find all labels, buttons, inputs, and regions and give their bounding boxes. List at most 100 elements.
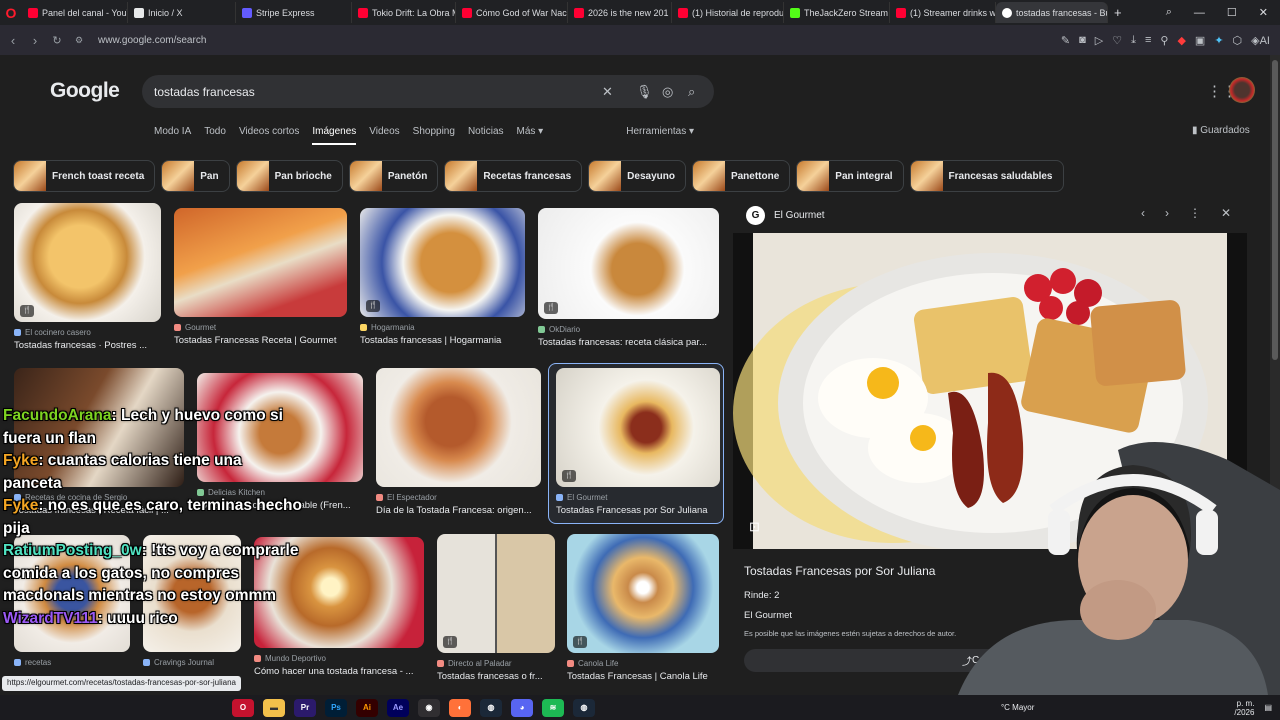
- photoshop-icon[interactable]: Ps: [325, 698, 347, 717]
- ai-icon[interactable]: ◈AI: [1251, 34, 1270, 47]
- edit-icon[interactable]: ✎: [1061, 34, 1070, 47]
- filter-modo-ia[interactable]: Modo IA: [154, 126, 191, 145]
- image-result[interactable]: 🍴 Canola Life Tostadas Francesas | Canol…: [567, 534, 719, 682]
- notifications-icon[interactable]: ▤: [1264, 703, 1272, 712]
- search-icon[interactable]: ⌕: [688, 75, 695, 108]
- file-explorer-icon[interactable]: ▬: [263, 698, 285, 717]
- tab-streamer-drinks[interactable]: (1) Streamer drinks wate: [890, 2, 996, 23]
- google-logo[interactable]: Google: [50, 79, 120, 103]
- menu-icon[interactable]: ≡: [1145, 34, 1151, 46]
- result-image: 🍴: [538, 208, 719, 319]
- filter-mas[interactable]: Más ▾: [517, 126, 544, 145]
- next-icon[interactable]: ›: [1165, 206, 1169, 220]
- steam-icon[interactable]: ◍: [480, 698, 502, 717]
- tab-historial[interactable]: (1) Historial de reproduc: [672, 2, 784, 23]
- image-result[interactable]: Gourmet Tostadas Francesas Receta | Gour…: [174, 208, 347, 346]
- minimize-icon[interactable]: —: [1194, 7, 1205, 19]
- chip-thumbnail: [445, 161, 478, 191]
- microphone-icon[interactable]: 🎙: [636, 75, 653, 108]
- profile-icon[interactable]: ⚲: [1160, 34, 1168, 47]
- clock[interactable]: p. m./2026: [1234, 699, 1254, 717]
- link-status-url: https://elgourmet.com/recetas/tostadas-f…: [2, 676, 241, 691]
- chip[interactable]: Pan: [161, 160, 230, 192]
- avatar[interactable]: [1229, 77, 1255, 103]
- chip[interactable]: French toast receta: [13, 160, 156, 192]
- reload-icon[interactable]: ↻: [46, 34, 68, 47]
- panel-title[interactable]: Tostadas Francesas por Sor Juliana: [744, 564, 935, 578]
- maximize-icon[interactable]: ☐: [1227, 6, 1237, 19]
- play-icon[interactable]: ▷: [1095, 34, 1103, 47]
- image-result[interactable]: 🍴 Hogarmania Tostadas francesas | Hogarm…: [360, 208, 525, 346]
- heart-icon[interactable]: ♡: [1112, 34, 1122, 47]
- extension-red-icon[interactable]: ◆: [1177, 34, 1185, 47]
- firefox-icon[interactable]: ◐: [449, 698, 471, 717]
- chip[interactable]: Pan brioche: [235, 160, 343, 192]
- after-effects-icon[interactable]: Ae: [387, 698, 409, 717]
- image-result[interactable]: 🍴 OkDiario Tostadas francesas: receta cl…: [538, 208, 719, 348]
- tab-youtube-panel[interactable]: Panel del canal - YouTub: [22, 2, 128, 23]
- tools-button[interactable]: Herramientas ▾: [626, 126, 694, 145]
- premiere-icon[interactable]: Pr: [294, 698, 316, 717]
- tab-kick-stream[interactable]: TheJackZero Stream - W: [784, 2, 890, 23]
- filter-shopping[interactable]: Shopping: [413, 126, 455, 145]
- filter-imagenes[interactable]: Imágenes: [312, 126, 357, 145]
- x-icon: [134, 7, 144, 18]
- url-field[interactable]: www.google.com/search: [98, 35, 206, 46]
- lens-search-icon[interactable]: ⊡: [749, 519, 760, 535]
- image-result[interactable]: El Espectador Día de la Tostada Francesa…: [376, 368, 541, 516]
- back-icon[interactable]: ‹: [2, 33, 24, 48]
- tab-god-of-war[interactable]: Cómo God of War Nacić: [456, 2, 568, 23]
- camera-icon[interactable]: ◙: [1079, 34, 1086, 46]
- close-panel-icon[interactable]: ✕: [1221, 206, 1231, 220]
- result-image: 🍴: [567, 534, 719, 653]
- close-window-icon[interactable]: ✕: [1259, 6, 1268, 19]
- chip[interactable]: Panettone: [691, 160, 791, 192]
- copyright-notice: Es posible que las imágenes estén sujeta…: [744, 629, 957, 638]
- chip[interactable]: Pan integral: [796, 160, 904, 192]
- puzzle-icon[interactable]: ⬡: [1233, 34, 1243, 47]
- filter-noticias[interactable]: Noticias: [468, 126, 504, 145]
- extension-icon[interactable]: ▣: [1195, 34, 1205, 47]
- search-input[interactable]: tostadas francesas: [154, 85, 255, 99]
- illustrator-icon[interactable]: Ai: [356, 698, 378, 717]
- forward-icon[interactable]: ›: [24, 33, 46, 48]
- chip-thumbnail: [162, 161, 195, 191]
- clear-icon[interactable]: ✕: [602, 75, 613, 108]
- obs-icon[interactable]: ◉: [418, 698, 440, 717]
- chip-thumbnail: [589, 161, 622, 191]
- panel-source[interactable]: El Gourmet: [774, 210, 825, 221]
- saved-button[interactable]: ▮ Guardados: [1192, 125, 1250, 136]
- search-box[interactable]: tostadas francesas ✕ 🎙 ◎ ⌕: [142, 75, 714, 108]
- more-options-icon[interactable]: ⋮: [1189, 206, 1201, 220]
- filter-videos[interactable]: Videos: [369, 126, 399, 145]
- previous-icon[interactable]: ‹: [1141, 206, 1145, 220]
- chip[interactable]: Francesas saludables: [909, 160, 1064, 192]
- new-tab-button[interactable]: +: [1108, 2, 1128, 23]
- tab-stripe[interactable]: Stripe Express: [236, 2, 352, 23]
- discord-icon[interactable]: ◕: [511, 698, 533, 717]
- image-result[interactable]: 🍴 Directo al Paladar Tostadas francesas …: [437, 534, 555, 682]
- translate-icon[interactable]: ✦: [1214, 34, 1223, 47]
- tab-google-search[interactable]: tostadas francesas - Busca: [996, 2, 1108, 23]
- download-icon[interactable]: ⤓: [1131, 34, 1136, 47]
- filter-todo[interactable]: Todo: [204, 126, 226, 145]
- tab-x[interactable]: Inicio / X: [128, 2, 236, 23]
- search-tabs-icon[interactable]: ⌕: [1166, 6, 1172, 19]
- tab-tokio-drift[interactable]: Tokio Drift: La Obra Mae: [352, 2, 456, 23]
- weather-text[interactable]: °C Mayor: [1001, 703, 1034, 712]
- filter-videos-cortos[interactable]: Videos cortos: [239, 126, 299, 145]
- spotify-icon[interactable]: ≋: [542, 698, 564, 717]
- steam-alt-icon[interactable]: ◍: [573, 698, 595, 717]
- chip[interactable]: Recetas francesas: [444, 160, 583, 192]
- chip[interactable]: Panetón: [348, 160, 439, 192]
- image-result[interactable]: 🍴 El cocinero casero Tostadas francesas …: [14, 203, 161, 351]
- opera-taskbar-icon[interactable]: O: [232, 698, 254, 717]
- tab-2026[interactable]: 2026 is the new 201: [568, 2, 672, 23]
- site-info-icon[interactable]: ⚙: [68, 35, 90, 46]
- opera-logo-icon[interactable]: O: [0, 0, 22, 25]
- lens-icon[interactable]: ◎: [662, 75, 673, 108]
- image-result-selected[interactable]: 🍴 El Gourmet Tostadas Francesas por Sor …: [556, 368, 720, 516]
- scrollbar-thumb[interactable]: [1272, 60, 1278, 360]
- chip[interactable]: Desayuno: [588, 160, 686, 192]
- result-image: 🍴: [360, 208, 525, 317]
